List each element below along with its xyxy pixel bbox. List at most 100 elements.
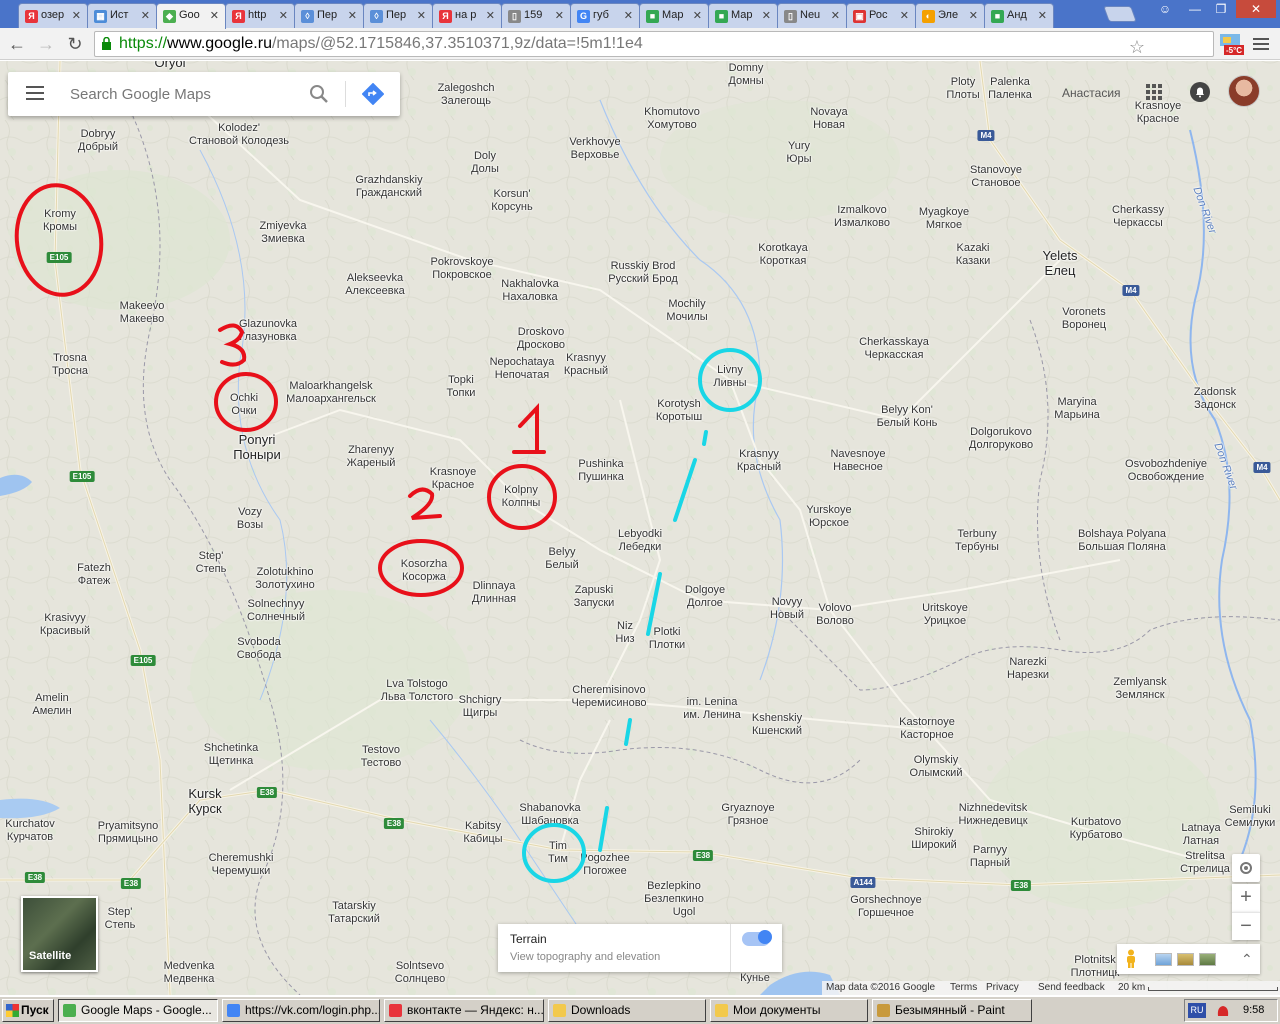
send-feedback-link[interactable]: Send feedback — [1038, 981, 1105, 995]
place-label[interactable]: Pushinka Пушинка — [578, 458, 624, 484]
notifications-bell-icon[interactable] — [1189, 81, 1211, 103]
place-label[interactable]: Grazhdanskiy Гражданский — [355, 174, 422, 200]
place-label[interactable]: Uritskoye Урицкое — [922, 602, 968, 628]
place-label[interactable]: Novyy Новый — [770, 596, 804, 622]
browser-tab[interactable]: ◐ Эле ✕ — [915, 3, 985, 28]
tab-close-icon[interactable]: ✕ — [900, 9, 909, 22]
place-label[interactable]: Belyy Kon' Белый Конь — [877, 404, 938, 430]
place-label[interactable]: Maloarkhangelsk Малоархангельск — [286, 380, 376, 406]
place-label[interactable]: Ploty Плоты — [946, 76, 979, 102]
place-label[interactable]: Gryaznoye Грязное — [721, 802, 774, 828]
taskbar-task[interactable]: Мои документы — [710, 999, 868, 1022]
address-bar[interactable]: https://www.google.ru/maps/@52.1715846,3… — [94, 31, 1214, 57]
place-label[interactable]: Zemlyansk Землянск — [1113, 676, 1166, 702]
place-label[interactable]: Dobryy Добрый — [78, 128, 118, 154]
place-label[interactable]: Vozy Возы — [237, 506, 263, 532]
place-label[interactable]: Semiluki Семилуки — [1225, 804, 1276, 830]
place-label[interactable]: Korotkaya Короткая — [758, 242, 808, 268]
place-label[interactable]: Kursk Курск — [188, 786, 221, 816]
place-label[interactable]: Nepochataya Непочатая — [490, 356, 555, 382]
place-label[interactable]: Lva Tolstogo Льва Толстого — [381, 678, 453, 704]
terms-link[interactable]: Terms — [950, 981, 977, 995]
weather-extension-icon[interactable]: -5°C — [1218, 32, 1244, 56]
taskbar-task[interactable]: вконтакте — Яндекс: н... — [384, 999, 544, 1022]
place-label[interactable]: Yury Юры — [786, 140, 811, 166]
place-label[interactable]: Testovo Тестово — [361, 744, 402, 770]
taskbar-task[interactable]: Downloads — [548, 999, 706, 1022]
place-label[interactable]: Pryamitsyno Прямицыно — [98, 820, 159, 846]
place-label[interactable]: Krasivyy Красивый — [40, 612, 90, 638]
place-label[interactable]: Krasnyy Красный — [737, 448, 781, 474]
place-label[interactable]: Kromy Кромы — [43, 208, 77, 234]
place-label[interactable]: Korsun' Корсунь — [491, 188, 532, 214]
place-label[interactable]: Solnechnyy Солнечный — [247, 598, 305, 624]
place-label[interactable]: Dolgorukovo Долгоруково — [969, 426, 1033, 452]
place-label[interactable]: Lebyodki Лебедки — [618, 528, 662, 554]
zoom-in-button[interactable]: + — [1232, 884, 1260, 912]
place-label[interactable]: Palenka Паленка — [988, 76, 1032, 102]
place-label[interactable]: Nizhnedevitsk Нижнедевицк — [958, 802, 1027, 828]
place-label[interactable]: Zalegoshch Залегощь — [438, 82, 495, 108]
place-label[interactable]: Ponyri Поныри — [233, 432, 281, 462]
place-label[interactable]: Navesnoye Навесное — [830, 448, 885, 474]
place-label[interactable]: Makeevo Макеево — [120, 300, 165, 326]
place-label[interactable]: Fatezh Фатеж — [77, 562, 111, 588]
browser-tab[interactable]: Яhttp ✕ — [225, 3, 295, 28]
tab-close-icon[interactable]: ✕ — [969, 9, 978, 22]
imagery-thumb-1[interactable] — [1155, 953, 1172, 966]
browser-tab[interactable]: ▯ 159 ✕ — [501, 3, 571, 28]
place-label[interactable]: Belyy Белый — [545, 546, 578, 572]
place-label[interactable]: Bolshaya Polyana Большая Поляна — [1078, 528, 1166, 554]
imagery-thumb-3[interactable] — [1199, 953, 1216, 966]
place-label[interactable]: Novaya Новая — [810, 106, 847, 132]
place-label[interactable]: Parnyy Парный — [970, 844, 1010, 870]
start-button[interactable]: Пуск — [2, 999, 54, 1022]
place-label[interactable]: Kshenskiy Кшенский — [752, 712, 802, 738]
place-label[interactable]: Terbuny Тербуны — [955, 528, 999, 554]
place-label[interactable]: Alekseevka Алексеевка — [345, 272, 405, 298]
place-label[interactable]: Zharenyy Жареный — [347, 444, 396, 470]
language-indicator[interactable]: RU — [1188, 1003, 1206, 1018]
place-label[interactable]: Kolpny Колпны — [502, 484, 541, 510]
place-label[interactable]: Volovo Волово — [816, 602, 854, 628]
place-label[interactable]: Cherkassy Черкассы — [1112, 204, 1164, 230]
place-label[interactable]: Shirokiy Широкий — [911, 826, 957, 852]
place-label[interactable]: Cheremisinovo Черемисиново — [571, 684, 646, 710]
tab-close-icon[interactable]: ✕ — [762, 9, 771, 22]
new-tab-button[interactable] — [1103, 6, 1137, 22]
place-label[interactable]: Dolgoye Долгое — [685, 584, 725, 610]
tab-close-icon[interactable]: ✕ — [348, 9, 357, 22]
map-canvas[interactable]: OryolОрёлZalegoshchЗалегощьDomnyДомныPlo… — [0, 61, 1280, 995]
user-avatar[interactable] — [1228, 75, 1260, 107]
place-label[interactable]: Yurskoye Юрское — [806, 504, 851, 530]
antivirus-tray-icon[interactable] — [1215, 1003, 1231, 1019]
place-label[interactable]: Tatarskiy Татарский — [328, 900, 380, 926]
place-label[interactable]: im. Lenina им. Ленина — [683, 696, 741, 722]
place-label[interactable]: Kolodez' Становой Колодезь — [189, 122, 289, 148]
place-label[interactable]: Narezki Нарезки — [1007, 656, 1049, 682]
place-label[interactable]: Maryina Марьина — [1054, 396, 1100, 422]
zoom-out-button[interactable]: − — [1232, 912, 1260, 940]
place-label[interactable]: Khomutovo Хомутово — [644, 106, 700, 132]
place-label[interactable]: Myagkoye Мягкое — [919, 206, 969, 232]
close-window-button[interactable]: ✕ — [1236, 0, 1276, 18]
search-icon[interactable] — [308, 83, 330, 105]
browser-tab[interactable]: ▯ Neu ✕ — [777, 3, 847, 28]
taskbar-task[interactable]: https://vk.com/login.php... — [222, 999, 380, 1022]
tab-close-icon[interactable]: ✕ — [831, 9, 840, 22]
place-label[interactable]: Zapuski Запуски — [574, 584, 615, 610]
place-label[interactable]: Kurchatov Курчатов — [5, 818, 55, 844]
tab-close-icon[interactable]: ✕ — [279, 9, 288, 22]
tab-close-icon[interactable]: ✕ — [417, 9, 426, 22]
place-label[interactable]: Plotnitsk Плотницк — [1071, 954, 1120, 980]
hamburger-menu-icon[interactable] — [26, 86, 44, 100]
place-label[interactable]: Bezlepkino Безлепкино — [644, 880, 704, 906]
place-label[interactable]: Droskovo Дросково — [517, 326, 565, 352]
browser-tab[interactable]: ■ Анд ✕ — [984, 3, 1054, 28]
place-label[interactable]: Kastornoye Касторное — [899, 716, 955, 742]
place-label[interactable]: Kosorzha Косоржа — [401, 558, 447, 584]
place-label[interactable]: Ochki Очки — [230, 392, 258, 418]
taskbar-task[interactable]: Google Maps - Google... — [58, 999, 218, 1022]
browser-tab[interactable]: ▣ Рос ✕ — [846, 3, 916, 28]
tab-close-icon[interactable]: ✕ — [1038, 9, 1047, 22]
